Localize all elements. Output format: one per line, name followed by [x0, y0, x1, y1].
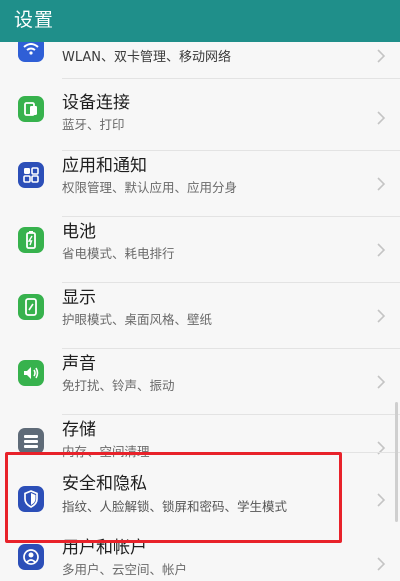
settings-item-subtitle: 蓝牙、打印 [62, 117, 125, 132]
settings-item-users-accounts[interactable]: 用户和帐户 多用户、云空间、帐户 [0, 536, 400, 581]
settings-item-label: 应用和通知 [62, 156, 147, 176]
settings-list: WLAN、双卡管理、移动网络 设备连接 蓝牙、打印 应用和通知 权限管理、默认应… [0, 42, 400, 581]
settings-item-label: 存储 [62, 420, 96, 440]
settings-item-display[interactable]: 显示 护眼模式、桌面风格、壁纸 [0, 282, 400, 348]
settings-item-label: 声音 [62, 354, 96, 374]
settings-item-device-connection[interactable]: 设备连接 蓝牙、打印 [0, 84, 400, 150]
settings-item-subtitle: 权限管理、默认应用、应用分身 [62, 180, 238, 195]
battery-icon [18, 227, 44, 253]
settings-item-sound[interactable]: 声音 免打扰、铃声、振动 [0, 348, 400, 414]
settings-item-apps-notifications[interactable]: 应用和通知 权限管理、默认应用、应用分身 [0, 150, 400, 216]
user-icon [18, 544, 44, 570]
settings-item-security-privacy[interactable]: 安全和隐私 指纹、人脸解锁、锁屏和密码、学生模式 [0, 458, 400, 542]
divider [62, 452, 400, 453]
settings-item-battery[interactable]: 电池 省电模式、耗电排行 [0, 216, 400, 282]
settings-item-subtitle: WLAN、双卡管理、移动网络 [62, 50, 232, 65]
storage-icon [18, 428, 44, 454]
settings-item-label: 用户和帐户 [62, 538, 147, 558]
divider [62, 78, 400, 79]
settings-item-subtitle: 省电模式、耗电排行 [62, 246, 175, 261]
page-title: 设置 [14, 9, 55, 31]
display-icon [18, 294, 44, 320]
chevron-right-icon [376, 374, 386, 389]
chevron-right-icon [376, 176, 386, 191]
settings-item-label: 显示 [62, 288, 96, 308]
device-connection-icon [18, 96, 44, 122]
settings-item-label: 安全和隐私 [62, 474, 147, 494]
chevron-right-icon [376, 48, 386, 63]
settings-item-label: 电池 [62, 222, 96, 242]
chevron-right-icon [376, 492, 386, 507]
settings-item-subtitle: 指纹、人脸解锁、锁屏和密码、学生模式 [62, 499, 288, 514]
chevron-right-icon [376, 556, 386, 571]
chevron-right-icon [376, 308, 386, 323]
shield-icon [18, 486, 44, 512]
scrollbar[interactable] [395, 402, 398, 522]
chevron-right-icon [376, 242, 386, 257]
settings-item-network[interactable]: WLAN、双卡管理、移动网络 [0, 42, 400, 86]
settings-item-label: 设备连接 [62, 93, 130, 113]
settings-item-subtitle: 多用户、云空间、帐户 [62, 562, 188, 577]
app-header: 设置 [0, 0, 400, 42]
wifi-icon [18, 42, 44, 62]
chevron-right-icon [376, 110, 386, 125]
apps-grid-icon [18, 162, 44, 188]
settings-item-subtitle: 免打扰、铃声、振动 [62, 378, 175, 393]
settings-item-subtitle: 护眼模式、桌面风格、壁纸 [62, 312, 213, 327]
sound-icon [18, 360, 44, 386]
